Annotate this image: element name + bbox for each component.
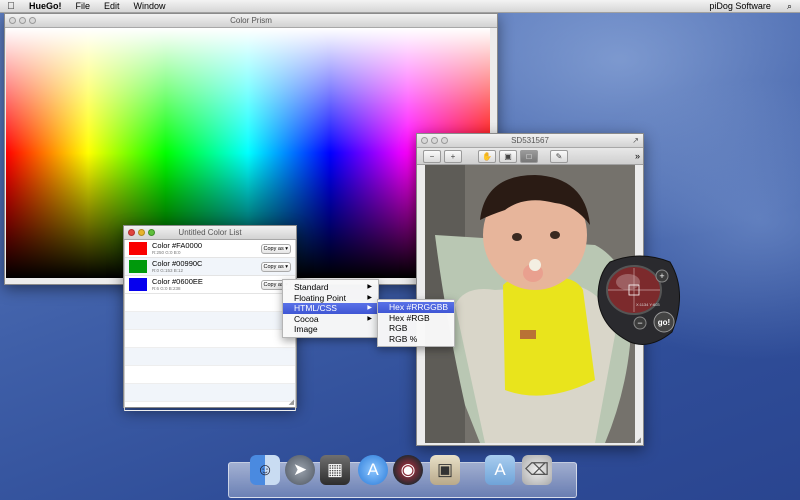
finder-icon[interactable]: ☺	[250, 455, 280, 485]
fullscreen-icon[interactable]: ↗	[632, 134, 639, 147]
color-swatch	[129, 278, 147, 291]
copy-as-button[interactable]: Copy as ▾	[260, 261, 291, 272]
close-button[interactable]	[421, 137, 428, 144]
color-components: R:250 G:0 B:0	[152, 250, 181, 255]
submenu-arrow-icon: ▶	[367, 294, 372, 301]
menu-item-standard[interactable]: Standard ▶	[283, 282, 378, 293]
select-tool-icon[interactable]: □	[520, 149, 538, 163]
color-swatch	[129, 260, 147, 273]
applications-folder-icon[interactable]: A	[485, 455, 515, 485]
minimize-button[interactable]	[431, 137, 438, 144]
color-list-item[interactable]: Color #0600EE R:6 G:0 B:238 Copy as ▾	[125, 276, 295, 294]
color-components: R:0 G:153 B:12	[152, 268, 184, 273]
minimize-button[interactable]	[138, 229, 145, 236]
empty-row	[125, 402, 295, 411]
empty-row	[125, 384, 295, 402]
menu-vendor[interactable]: piDog Software	[701, 1, 779, 11]
hand-tool-icon[interactable]: ✋	[478, 149, 496, 163]
submenu-arrow-icon: ▶	[367, 315, 372, 322]
loupe-coords: X:1134 Y:603	[636, 302, 660, 307]
window-title: Untitled Color List	[178, 228, 242, 237]
minus-icon: −	[637, 318, 642, 328]
color-info: Color #FA0000 R:250 G:0 B:0	[152, 241, 203, 256]
close-button[interactable]	[128, 229, 135, 236]
color-name: Color #FA0000	[152, 241, 203, 250]
window-controls	[128, 229, 155, 236]
menu-file[interactable]: File	[69, 1, 98, 11]
menu-app[interactable]: HueGo!	[22, 1, 69, 11]
menu-item-image[interactable]: Image	[283, 324, 378, 335]
zoom-button[interactable]	[441, 137, 448, 144]
dashboard-icon[interactable]: ▦	[320, 455, 350, 485]
window-controls	[421, 137, 448, 144]
window-titlebar[interactable]: Untitled Color List	[124, 226, 296, 240]
menu-item-rgb-percent[interactable]: RGB %	[378, 334, 454, 345]
go-button-label: go!	[658, 318, 670, 327]
color-list-window: Untitled Color List Color #FA0000 R:250 …	[123, 225, 297, 411]
trash-icon[interactable]: ⌫	[522, 455, 552, 485]
color-components: R:6 G:0 B:238	[152, 286, 181, 291]
window-title: SD531567	[511, 136, 549, 145]
menu-item-floating-point[interactable]: Floating Point ▶	[283, 293, 378, 304]
menu-bar:  HueGo! File Edit Window piDog Software…	[0, 0, 800, 13]
color-name: Color #00990C	[152, 259, 203, 268]
empty-row	[125, 330, 295, 348]
huego-icon[interactable]: ◉	[393, 455, 423, 485]
empty-row	[125, 294, 295, 312]
menu-item-hex-rgb[interactable]: Hex #RGB	[378, 313, 454, 324]
app-store-icon[interactable]: A	[358, 455, 388, 485]
spotlight-icon[interactable]: ⌕	[779, 1, 800, 12]
window-titlebar[interactable]: SD531567 ↗	[417, 134, 643, 148]
photo-toolbar: − + ✋ ▣ □ ✎ »	[417, 148, 643, 165]
window-titlebar[interactable]: Color Prism	[5, 14, 497, 28]
image-tool-icon[interactable]: ▣	[499, 149, 517, 163]
menu-item-hex-rrggbb[interactable]: Hex #RRGGBB	[378, 302, 454, 313]
plus-icon: +	[659, 271, 664, 281]
pencil-tool-icon[interactable]: ✎	[550, 149, 568, 163]
apple-icon[interactable]: 	[0, 1, 22, 12]
resize-handle-icon[interactable]: ◢	[289, 398, 294, 406]
resize-handle-icon[interactable]: ◢	[636, 436, 641, 444]
color-info: Color #00990C R:0 G:153 B:12	[152, 259, 203, 274]
zoom-out-icon[interactable]: −	[423, 149, 441, 163]
menu-item-cocoa[interactable]: Cocoa ▶	[283, 314, 378, 325]
submenu-arrow-icon: ▶	[367, 284, 372, 290]
zoom-button[interactable]	[148, 229, 155, 236]
color-info: Color #0600EE R:6 G:0 B:238	[152, 277, 203, 292]
menu-item-rgb[interactable]: RGB	[378, 323, 454, 334]
launchpad-icon[interactable]: ➤	[285, 455, 315, 485]
close-button[interactable]	[9, 17, 16, 24]
copy-as-menu: Standard ▶ Floating Point ▶ HTML/CSS ▶ Coco…	[282, 279, 379, 338]
menubar-right: piDog Software ⌕	[701, 1, 800, 12]
menu-item-html-css[interactable]: HTML/CSS ▶	[283, 303, 378, 314]
empty-row	[125, 366, 295, 384]
minimize-button[interactable]	[19, 17, 26, 24]
overflow-icon[interactable]: »	[635, 151, 640, 161]
color-list-item[interactable]: Color #00990C R:0 G:153 B:12 Copy as ▾	[125, 258, 295, 276]
window-title: Color Prism	[230, 16, 272, 25]
empty-row	[125, 348, 295, 366]
zoom-button[interactable]	[29, 17, 36, 24]
menu-edit[interactable]: Edit	[97, 1, 127, 11]
window-controls	[9, 17, 36, 24]
color-name: Color #0600EE	[152, 277, 203, 286]
color-loupe[interactable]: X:1134 Y:603 + − go!	[590, 252, 690, 352]
submenu-arrow-icon: ▶	[367, 305, 372, 311]
color-list-item[interactable]: Color #FA0000 R:250 G:0 B:0 Copy as ▾	[125, 240, 295, 258]
preview-icon[interactable]: ▣	[430, 455, 460, 485]
menu-window[interactable]: Window	[127, 1, 173, 11]
color-list: Color #FA0000 R:250 G:0 B:0 Copy as ▾ Co…	[124, 240, 296, 411]
empty-row	[125, 312, 295, 330]
zoom-in-icon[interactable]: +	[444, 149, 462, 163]
color-swatch	[129, 242, 147, 255]
html-css-submenu: Hex #RRGGBB Hex #RGB RGB RGB %	[377, 299, 455, 347]
copy-as-button[interactable]: Copy as ▾	[260, 243, 291, 254]
